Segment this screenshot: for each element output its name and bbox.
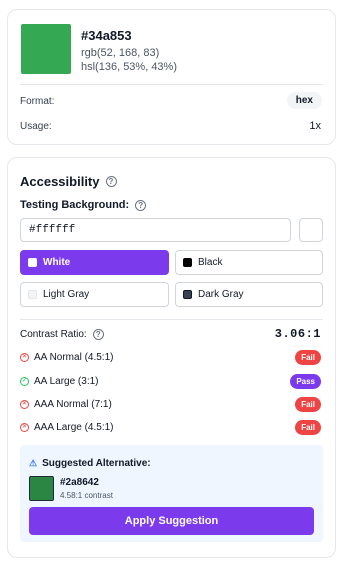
contrast-ratio-label: Contrast Ratio: <box>20 329 87 340</box>
help-icon[interactable]: ? <box>92 329 104 340</box>
suggestion-panel: ⚠ Suggested Alternative: #2a8642 4.58:1 … <box>20 445 323 542</box>
status-badge: Fail <box>295 397 321 412</box>
status-badge: Fail <box>295 420 321 435</box>
testing-background-label: Testing Background: <box>20 199 130 211</box>
black-swatch-icon <box>183 258 192 267</box>
accessibility-title: Accessibility <box>20 174 100 189</box>
bg-option-label: Dark Gray <box>198 289 244 300</box>
format-badge[interactable]: hex <box>286 92 322 109</box>
accessibility-card: Accessibility ? Testing Background: ? #f… <box>7 157 336 558</box>
suggested-hex: #2a8642 <box>60 477 99 488</box>
fail-icon: ✕ <box>20 353 29 362</box>
divider <box>20 319 323 320</box>
check-label: AA Large (3:1) <box>34 376 99 387</box>
status-badge: Pass <box>290 374 321 389</box>
background-color-picker[interactable] <box>299 218 323 242</box>
suggested-color-swatch <box>29 476 54 501</box>
hsl-value: hsl(136, 53%, 43%) <box>81 61 177 73</box>
suggestion-title: Suggested Alternative: <box>42 458 151 469</box>
status-badge: Fail <box>295 350 321 365</box>
white-swatch-icon <box>28 258 37 267</box>
check-label: AAA Normal (7:1) <box>34 399 112 410</box>
fail-icon: ✕ <box>20 400 29 409</box>
check-label: AA Normal (4.5:1) <box>34 352 114 363</box>
help-icon[interactable]: ? <box>105 176 117 187</box>
background-color-input[interactable]: #ffffff <box>20 218 291 242</box>
usage-count: 1x <box>309 120 321 132</box>
fail-icon: ✕ <box>20 423 29 432</box>
light-gray-swatch-icon <box>28 290 37 299</box>
bg-option-label: White <box>43 257 71 268</box>
bg-option-black[interactable]: Black <box>175 250 323 275</box>
accessibility-heading: Accessibility ? <box>20 174 117 189</box>
contrast-ratio-heading: Contrast Ratio: ? <box>20 329 104 340</box>
check-icon: ✓ <box>20 377 29 386</box>
usage-label: Usage: <box>20 121 52 132</box>
bg-option-white[interactable]: White <box>20 250 169 275</box>
suggested-contrast: 4.58:1 contrast <box>60 491 113 500</box>
check-label: AAA Large (4.5:1) <box>34 422 114 433</box>
format-label: Format: <box>20 96 55 107</box>
color-info-card: #34a853 rgb(52, 168, 83) hsl(136, 53%, 4… <box>7 9 336 145</box>
contrast-ratio-value: 3.06:1 <box>274 327 321 341</box>
bg-option-label: Black <box>198 257 223 268</box>
bg-option-dark-gray[interactable]: Dark Gray <box>175 282 323 307</box>
color-swatch[interactable] <box>21 24 71 74</box>
check-aaa-large: ✕ AAA Large (4.5:1) <box>20 422 114 433</box>
hex-value: #34a853 <box>81 28 132 43</box>
check-aaa-normal: ✕ AAA Normal (7:1) <box>20 399 112 410</box>
suggestion-heading: ⚠ Suggested Alternative: <box>29 458 151 469</box>
check-aa-normal: ✕ AA Normal (4.5:1) <box>20 352 113 363</box>
check-aa-large: ✓ AA Large (3:1) <box>20 376 98 387</box>
apply-suggestion-button[interactable]: Apply Suggestion <box>29 507 314 535</box>
divider <box>20 84 323 85</box>
bg-option-light-gray[interactable]: Light Gray <box>20 282 169 307</box>
rgb-value: rgb(52, 168, 83) <box>81 47 160 59</box>
bg-option-label: Light Gray <box>43 289 90 300</box>
testing-background-heading: Testing Background: ? <box>20 199 147 211</box>
warning-icon: ⚠ <box>29 458 38 468</box>
help-icon[interactable]: ? <box>135 199 147 211</box>
dark-gray-swatch-icon <box>183 290 192 299</box>
